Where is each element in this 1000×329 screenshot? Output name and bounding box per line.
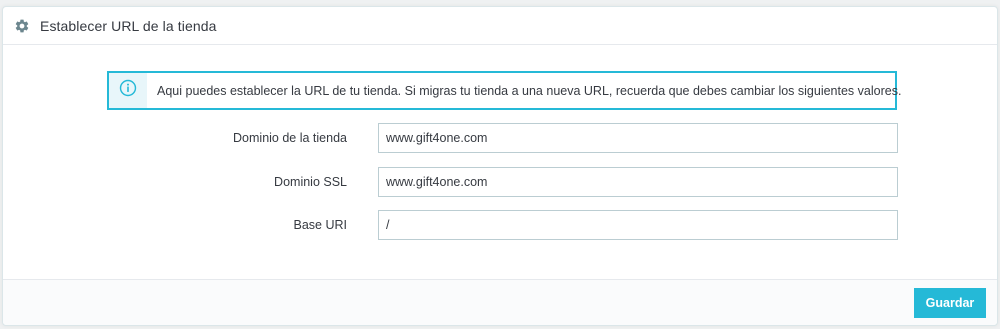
form-row-ssl-domain: Dominio SSL xyxy=(3,167,999,197)
panel-title: Establecer URL de la tienda xyxy=(40,17,217,34)
shop-url-panel: Establecer URL de la tienda Aqui puedes … xyxy=(2,6,998,326)
panel-heading: Establecer URL de la tienda xyxy=(3,7,997,45)
info-strip xyxy=(109,73,147,108)
info-alert: Aqui puedes establecer la URL de tu tien… xyxy=(107,71,901,110)
ssl-domain-label: Dominio SSL xyxy=(274,175,347,189)
info-circle-icon xyxy=(119,79,137,102)
ssl-domain-input[interactable] xyxy=(378,167,898,197)
alert-message: Aqui puedes establecer la URL de tu tien… xyxy=(157,83,902,98)
base-uri-label: Base URI xyxy=(293,218,348,232)
base-uri-input[interactable] xyxy=(378,210,898,240)
shop-domain-label: Dominio de la tienda xyxy=(233,131,347,145)
form-row-base-uri: Base URI xyxy=(3,210,999,240)
shop-domain-input[interactable] xyxy=(378,123,898,153)
form-row-shop-domain: Dominio de la tienda xyxy=(3,123,999,153)
gear-icon xyxy=(13,17,31,35)
save-button[interactable]: Guardar xyxy=(914,288,986,318)
panel-footer: Guardar xyxy=(3,279,997,325)
